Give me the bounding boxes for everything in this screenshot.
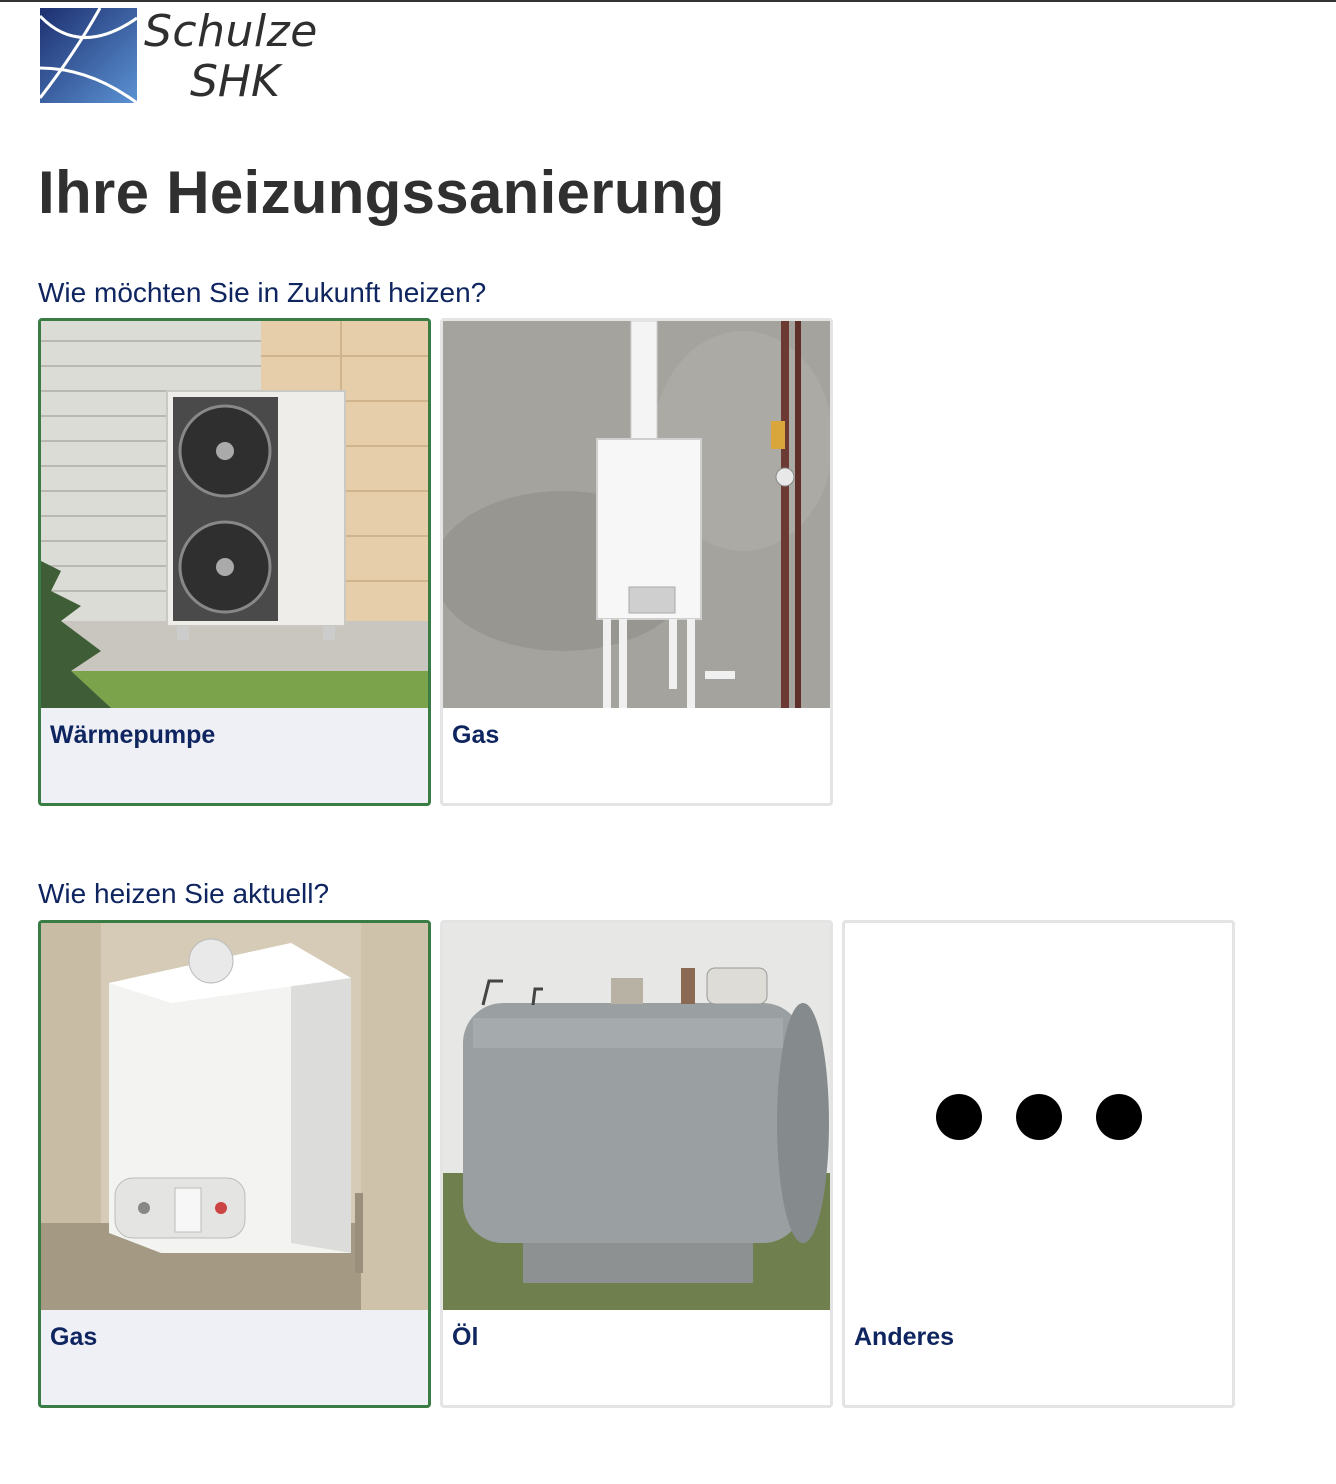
option-label: Wärmepumpe — [50, 721, 216, 749]
oil-tank-image — [443, 923, 830, 1310]
gas-boiler-image — [41, 923, 428, 1310]
current-heating-question: Wie heizen Sie aktuell? — [38, 878, 330, 909]
future-heating-question: Wie möchten Sie in Zukunft heizen? — [38, 277, 487, 308]
ellipsis-icon — [845, 923, 1232, 1310]
more-options-image — [845, 923, 1232, 1310]
option-label: Anderes — [854, 1323, 955, 1351]
option-card-gas-future[interactable]: Gas — [440, 318, 833, 806]
top-border-line — [0, 0, 1336, 2]
page-title: Ihre Heizungssanierung — [38, 159, 725, 226]
option-card-gas-current[interactable]: Gas — [38, 920, 431, 1408]
option-label: Öl — [452, 1323, 479, 1351]
option-card-oel[interactable]: Öl — [440, 920, 833, 1408]
logo-text-shk: SHK — [190, 56, 280, 107]
option-card-waermepumpe[interactable]: Wärmepumpe — [38, 318, 431, 806]
logo-text-schulze: Schulze — [144, 6, 318, 57]
option-card-anderes[interactable]: Anderes — [842, 920, 1235, 1408]
gas-boiler-image — [443, 321, 830, 708]
heat-pump-image — [41, 321, 428, 708]
option-label: Gas — [50, 1323, 98, 1351]
company-logo: Schulze SHK — [40, 6, 340, 107]
logo-mark-icon — [40, 8, 137, 103]
option-label: Gas — [452, 721, 500, 749]
